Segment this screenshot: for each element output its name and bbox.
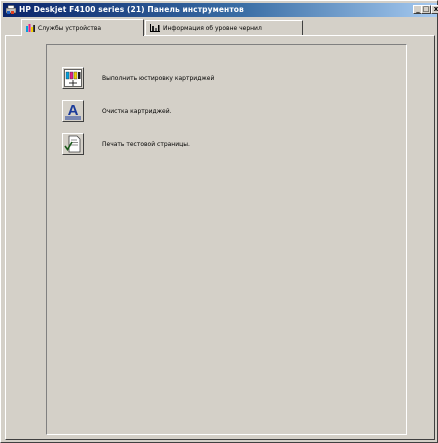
print-test-page-label[interactable]: Печать тестовой страницы.: [102, 141, 190, 148]
action-align-cartridges: Выполнить юстировку картриджей: [62, 66, 322, 90]
print-test-page-icon: [64, 135, 81, 153]
maximize-button[interactable]: □: [421, 5, 431, 14]
action-clean-cartridges: A Очистка картриджей.: [62, 99, 322, 123]
toolbox-window: HP Deskjet F4100 series (21) Панель инст…: [0, 0, 438, 443]
clean-cartridges-button[interactable]: A: [62, 100, 84, 122]
clean-cartridges-icon: A: [65, 102, 81, 120]
tab-label: Службы устройства: [38, 24, 102, 32]
tab-ink-level[interactable]: Информация об уровне чернил: [145, 20, 303, 35]
svg-text:A: A: [68, 102, 79, 119]
align-cartridges-button[interactable]: [62, 67, 84, 89]
tab-device-services[interactable]: Службы устройства: [21, 19, 144, 36]
ink-level-icon: [150, 24, 160, 32]
device-services-icon: [26, 24, 35, 32]
align-cartridges-label[interactable]: Выполнить юстировку картриджей: [102, 75, 214, 82]
print-test-page-button[interactable]: [62, 133, 84, 155]
align-cartridges-icon: [64, 69, 82, 87]
actions-panel: Выполнить юстировку картриджей A Очистка…: [46, 44, 407, 435]
action-print-test-page: Печать тестовой страницы.: [62, 132, 322, 156]
tab-label: Информация об уровне чернил: [163, 24, 262, 32]
window-title: HP Deskjet F4100 series (21) Панель инст…: [19, 5, 244, 14]
clean-cartridges-label[interactable]: Очистка картриджей.: [102, 108, 172, 115]
printer-app-icon: [6, 5, 16, 14]
close-button[interactable]: x: [431, 5, 438, 14]
title-bar[interactable]: HP Deskjet F4100 series (21) Панель инст…: [3, 3, 438, 17]
tab-content: Выполнить юстировку картриджей A Очистка…: [5, 35, 435, 440]
